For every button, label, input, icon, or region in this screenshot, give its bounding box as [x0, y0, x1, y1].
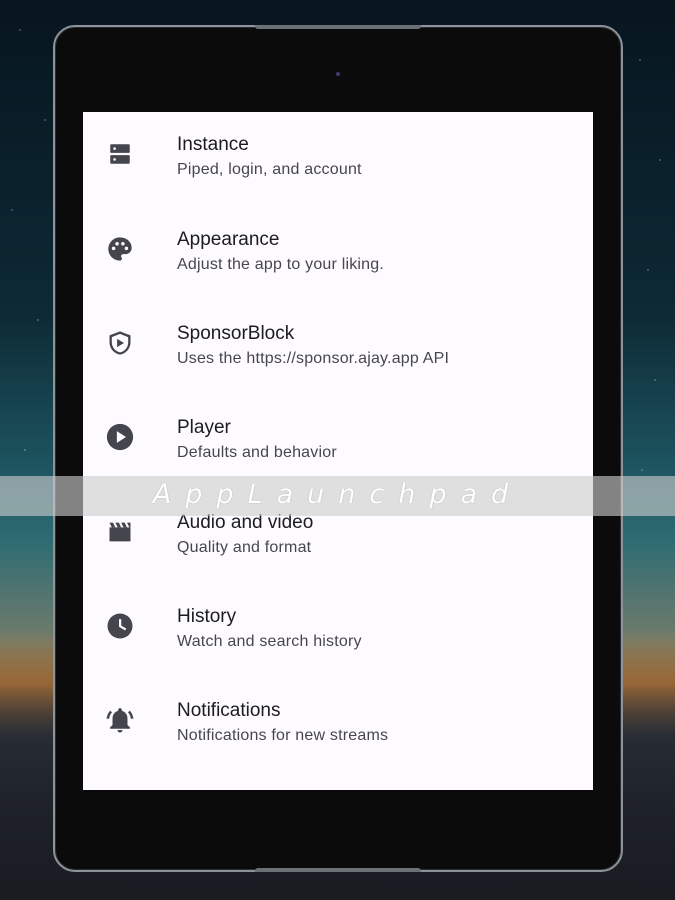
settings-item-subtitle: Quality and format — [177, 539, 312, 556]
settings-item-sponsorblock[interactable]: SponsorBlock Uses the https://sponsor.aj… — [83, 301, 593, 395]
settings-item-appearance[interactable]: Appearance Adjust the app to your liking… — [83, 207, 593, 301]
clapperboard-icon — [105, 517, 135, 547]
server-icon — [105, 139, 135, 169]
watermark-text: AppLaunchpad — [152, 479, 523, 510]
settings-screen: Instance Piped, login, and account Appea… — [83, 112, 593, 790]
watermark-banner: AppLaunchpad — [0, 476, 675, 516]
bell-ringing-icon — [105, 705, 135, 735]
settings-item-subtitle: Uses the https://sponsor.ajay.app API — [177, 350, 450, 367]
tablet-top-edge — [255, 25, 421, 29]
settings-item-notifications[interactable]: Notifications Notifications for new stre… — [83, 678, 593, 772]
palette-icon — [105, 234, 135, 264]
shield-play-icon — [105, 328, 135, 358]
settings-item-title: Player — [177, 417, 231, 438]
settings-item-title: SponsorBlock — [177, 323, 295, 344]
settings-item-title: History — [177, 606, 237, 627]
tablet-bottom-edge — [255, 868, 421, 872]
settings-item-subtitle: Notifications for new streams — [177, 727, 389, 744]
settings-item-history[interactable]: History Watch and search history — [83, 584, 593, 678]
settings-item-subtitle: Adjust the app to your liking. — [177, 256, 385, 273]
settings-item-subtitle: Piped, login, and account — [177, 161, 362, 178]
settings-item-subtitle: Watch and search history — [177, 633, 362, 650]
front-camera — [336, 72, 340, 76]
tablet-frame: Instance Piped, login, and account Appea… — [53, 25, 623, 872]
clock-icon — [105, 611, 135, 641]
play-circle-icon — [105, 422, 135, 452]
settings-item-title: Instance — [177, 134, 249, 155]
settings-item-title: Notifications — [177, 700, 281, 721]
settings-item-instance[interactable]: Instance Piped, login, and account — [83, 112, 593, 206]
settings-item-player[interactable]: Player Defaults and behavior — [83, 395, 593, 489]
settings-item-subtitle: Defaults and behavior — [177, 444, 337, 461]
settings-item-title: Appearance — [177, 229, 280, 250]
